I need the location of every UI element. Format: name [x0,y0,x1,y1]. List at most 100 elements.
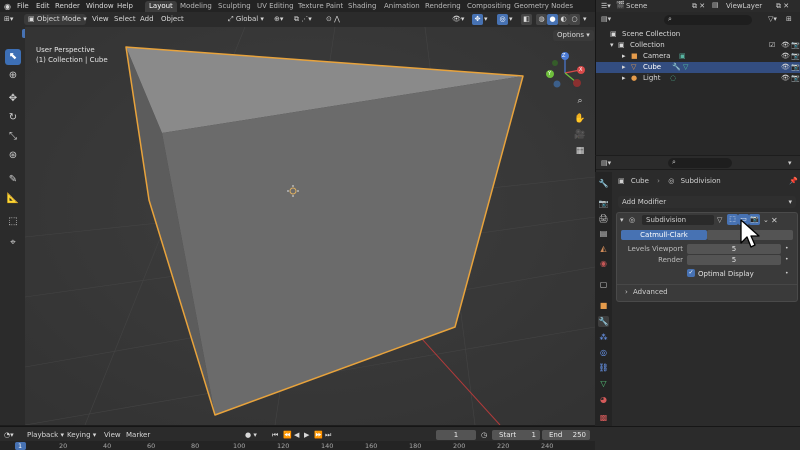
eye-icon[interactable]: 👁 [781,40,790,51]
gizmo-toggle-icon[interactable]: ✥ [472,14,483,25]
scale-tool-icon[interactable]: ⤡ [5,129,21,145]
frame-ruler[interactable]: 1 20 40 60 80 100 120 140 160 180 200 22… [0,441,595,450]
move-tool-icon[interactable]: ✥ [5,91,21,107]
keyframe-dot-icon[interactable]: • [785,256,789,263]
mesh-data-icon[interactable]: ▽ [683,62,688,73]
add-modifier-dropdown[interactable]: Add Modifier ▾ [618,196,796,208]
ortho-grid-icon[interactable]: ▦ [573,144,587,158]
expand-icon[interactable]: ▸ [622,73,626,84]
output-tab-icon[interactable]: 🖨 [598,213,609,224]
shading-material-icon[interactable]: ◐ [558,14,569,25]
object-tab-icon[interactable]: ■ [598,300,609,311]
data-tab-icon[interactable]: ▽ [598,378,609,389]
physics-tab-icon[interactable]: ◎ [598,347,609,358]
play-icon[interactable]: ▶ [304,431,309,439]
collapse-icon[interactable]: ▾ [620,216,624,224]
edit-tool-icon[interactable]: ⌖ [5,235,21,251]
expand-icon[interactable]: ▾ [610,40,614,51]
texture-tab-icon[interactable]: ▩ [598,412,609,423]
modifier-menu-icon[interactable]: ⌄ [763,216,769,224]
menu-window[interactable]: Window [86,2,114,10]
camera-restrict-icon[interactable]: 📷 [791,51,800,62]
outliner-display-mode-icon[interactable]: ▤▾ [601,15,611,23]
start-frame-field[interactable]: Start 1 [492,430,540,440]
scene-tab-icon[interactable]: ◭ [598,243,609,254]
outliner-row-scene-collection[interactable]: ▣ Scene Collection [596,29,800,40]
properties-editor-icon[interactable]: ▤▾ [601,159,611,167]
shading-dropdown-icon[interactable]: ▾ [583,14,587,25]
menu-marker[interactable]: Marker [126,431,150,439]
tab-animation[interactable]: Animation [380,1,424,12]
camera-restrict-icon[interactable]: 📷 [791,40,800,51]
annotate-tool-icon[interactable]: ✎ [5,172,21,188]
menu-view[interactable]: View [92,14,109,25]
new-collection-icon[interactable]: ⊞ [786,15,792,23]
light-data-icon[interactable]: ◌ [670,73,676,84]
camera-restrict-icon[interactable]: 📷 [791,62,800,73]
end-frame-field[interactable]: End 250 [542,430,590,440]
menu-select[interactable]: Select [114,14,136,25]
select-box-tool-icon[interactable]: ⬉ [5,49,21,65]
measure-tool-icon[interactable]: 📐 [5,191,21,207]
expand-icon[interactable]: ▸ [622,51,626,62]
world-tab-icon[interactable]: ◉ [598,258,609,269]
scene-new-icon[interactable]: ⧉ ✕ [692,2,705,11]
scene-name[interactable]: Scene [626,2,647,10]
eye-icon[interactable]: 👁 [781,51,790,62]
view-layer-name[interactable]: ViewLayer [726,2,762,10]
transform-orientation-dropdown[interactable]: ⤢ Global ▾ [228,14,264,25]
mode-dropdown[interactable]: ▣ Object Mode ▾ [24,14,87,25]
options-dropdown[interactable]: Options ▾ [553,30,594,41]
tab-sculpting[interactable]: Sculpting [214,1,255,12]
material-tab-icon[interactable]: ◕ [598,394,609,405]
tab-shading[interactable]: Shading [344,1,380,12]
render-tab-icon[interactable]: 📷 [598,198,609,209]
optimal-display-checkbox[interactable]: ✓ [687,269,695,277]
pan-hand-icon[interactable]: ✋ [573,112,587,126]
view-layer-tab-icon[interactable]: ▤ [598,228,609,239]
overlay-toggle-icon[interactable]: ◎ [497,14,508,25]
catmull-clark-button[interactable]: Catmull-Clark [621,230,707,240]
menu-playback[interactable]: Playback ▾ [27,431,64,439]
outliner-search-input[interactable]: ⌕ [664,15,752,25]
modifier-name-field[interactable]: Subdivision [642,215,714,225]
tab-layout[interactable]: Layout [145,1,177,12]
pin-icon[interactable]: 📌 [789,177,798,185]
camera-data-icon[interactable]: ▣ [679,51,686,62]
visibility-icon[interactable]: 👁▾ [452,14,464,25]
camera-view-icon[interactable]: 🎥 [573,128,587,142]
tab-modeling[interactable]: Modeling [176,1,216,12]
edit-cage-icon[interactable]: ▽ [717,216,722,224]
overlay-dropdown-icon[interactable]: ▾ [509,14,513,25]
outliner-row-light[interactable]: ▸ ● Light ◌ 👁 📷 [596,73,800,84]
particles-tab-icon[interactable]: ⁂ [598,332,609,343]
timeline-editor-icon[interactable]: ◔▾ [4,431,14,439]
3d-viewport[interactable]: User Perspective (1) Collection | Cube O… [25,27,595,425]
menu-render[interactable]: Render [55,2,80,10]
menu-keying[interactable]: Keying ▾ [67,431,96,439]
menu-object[interactable]: Object [161,14,184,25]
add-cube-tool-icon[interactable]: ⬚ [5,214,21,230]
outliner-row-collection[interactable]: ▾ ▣ Collection ☑ 👁 📷 [596,40,800,51]
gizmo-dropdown-icon[interactable]: ▾ [484,14,488,25]
remove-modifier-close-icon[interactable]: ✕ [771,216,778,225]
eye-icon[interactable]: 👁 [781,62,790,73]
constraints-tab-icon[interactable]: ⛓ [598,362,609,373]
clock-icon[interactable]: ◷ [481,431,487,439]
menu-add[interactable]: Add [140,14,154,25]
outliner-row-camera[interactable]: ▸ ■ Camera ▣ 👁 📷 [596,51,800,62]
blender-logo-icon[interactable]: ◉ [4,2,11,11]
view-layer-new-icon[interactable]: ⧉ ✕ [776,2,789,11]
shading-wireframe-icon[interactable]: ◍ [536,14,547,25]
pivot-icon[interactable]: ⊕▾ [274,14,283,25]
menu-edit[interactable]: Edit [36,2,50,10]
modifier-wrench-icon[interactable]: 🔧 [672,62,681,73]
snap-icon[interactable]: ⧉ ⋰▾ [294,14,312,25]
shading-rendered-icon[interactable]: ○ [569,14,580,25]
record-icon[interactable]: ● ▾ [245,431,257,439]
xray-toggle-icon[interactable]: ◧ [521,14,532,25]
collection-tab-icon[interactable]: ▢ [598,279,609,290]
jump-end-icon[interactable]: ⏭ [325,431,331,440]
tab-geometry-nodes[interactable]: Geometry Nodes [510,1,577,12]
menu-timeline-view[interactable]: View [104,431,121,439]
